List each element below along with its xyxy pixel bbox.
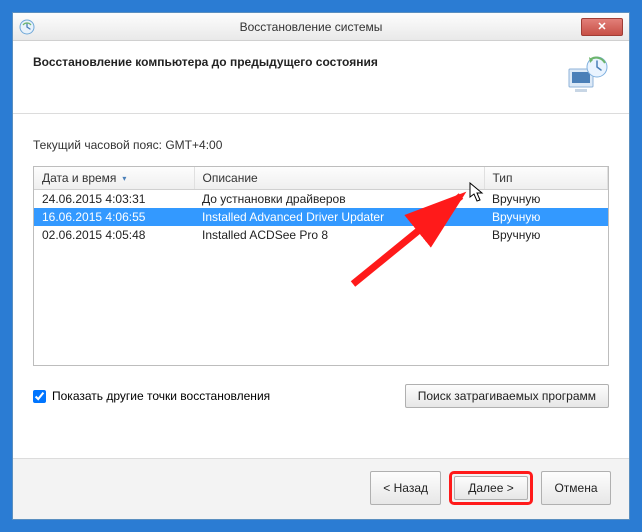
table-row[interactable]: 24.06.2015 4:03:31До устнановки драйверо… (34, 190, 608, 209)
restore-hero-icon (565, 55, 609, 95)
header-strip: Восстановление компьютера до предыдущего… (13, 41, 629, 114)
titlebar: Восстановление системы ✕ (13, 13, 629, 41)
back-button[interactable]: < Назад (370, 471, 441, 505)
window-title: Восстановление системы (41, 20, 581, 34)
table-cell: Installed ACDSee Pro 8 (194, 226, 484, 244)
table-cell: 16.06.2015 4:06:55 (34, 208, 194, 226)
table-cell: 24.06.2015 4:03:31 (34, 190, 194, 209)
timezone-label: Текущий часовой пояс: GMT+4:00 (33, 138, 609, 152)
system-restore-window: Восстановление системы ✕ Восстановление … (12, 12, 630, 520)
column-header-description[interactable]: Описание (194, 167, 484, 190)
close-button[interactable]: ✕ (581, 18, 623, 36)
restore-points-table[interactable]: Дата и время Описание Тип 24.06.2015 4:0… (33, 166, 609, 366)
next-button[interactable]: Далее > (454, 476, 528, 500)
show-more-points-checkbox[interactable]: Показать другие точки восстановления (33, 389, 270, 403)
cancel-button[interactable]: Отмена (541, 471, 611, 505)
table-cell: Вручную (484, 208, 608, 226)
column-header-date[interactable]: Дата и время (34, 167, 194, 190)
app-icon (19, 19, 35, 35)
table-cell: Вручную (484, 190, 608, 209)
table-cell: Вручную (484, 226, 608, 244)
page-heading: Восстановление компьютера до предыдущего… (33, 55, 565, 69)
wizard-footer: < Назад Далее > Отмена (13, 458, 629, 519)
checkbox-label: Показать другие точки восстановления (52, 389, 270, 403)
affected-programs-button[interactable]: Поиск затрагиваемых программ (405, 384, 609, 408)
table-row[interactable]: 02.06.2015 4:05:48Installed ACDSee Pro 8… (34, 226, 608, 244)
table-cell: Installed Advanced Driver Updater (194, 208, 484, 226)
table-cell: До устнановки драйверов (194, 190, 484, 209)
next-button-highlight: Далее > (449, 471, 533, 505)
table-cell: 02.06.2015 4:05:48 (34, 226, 194, 244)
checkbox-input[interactable] (33, 390, 46, 403)
close-icon: ✕ (597, 20, 606, 33)
table-row[interactable]: 16.06.2015 4:06:55Installed Advanced Dri… (34, 208, 608, 226)
content-area: Текущий часовой пояс: GMT+4:00 Дата и вр… (13, 114, 629, 458)
column-header-type[interactable]: Тип (484, 167, 608, 190)
